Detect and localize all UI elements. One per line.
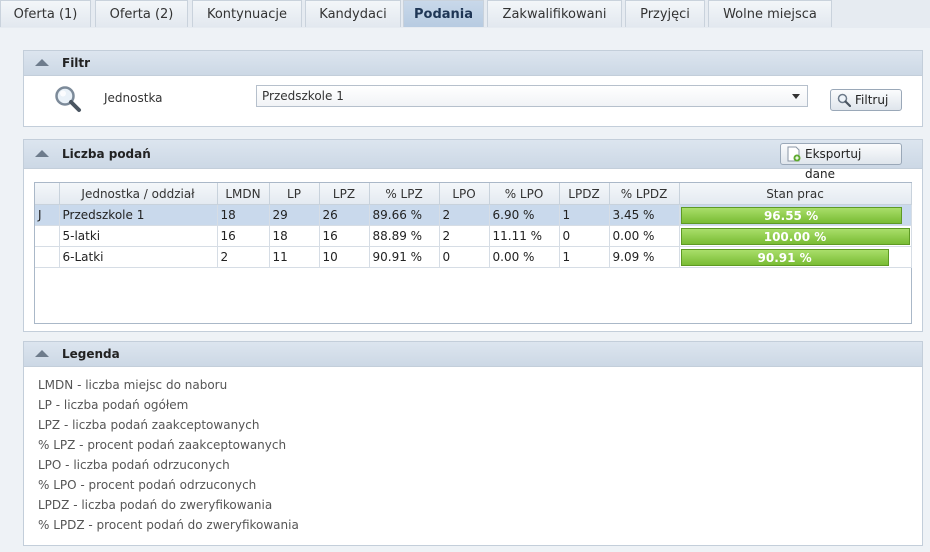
legend-panel: Legenda LMDN - liczba miejsc do naboru L… [23,341,923,546]
tab-przyjeci[interactable]: Przyjęci [625,0,705,27]
legend-item: LP - liczba podań ogółem [38,398,189,412]
legend-item: LPDZ - liczba podań do zweryfikowania [38,498,273,512]
legend-item: % LPDZ - procent podań do zweryfikowania [38,518,299,532]
table-header-row: Jednostka / oddział LMDN LP LPZ % LPZ LP… [35,183,912,205]
cell-pct-lpo: 11.11 % [489,225,560,247]
column-header-marker[interactable] [35,183,60,205]
column-header-lpo[interactable]: LPO [439,183,490,205]
cell-pct-lpz: 88.89 % [369,225,440,247]
tab-wolne-miejsca[interactable]: Wolne miejsca [708,0,832,27]
export-document-icon [787,146,801,162]
column-header-pct-lpdz[interactable]: % LPDZ [609,183,680,205]
chevron-down-icon [792,94,800,99]
cell-lpz: 26 [319,204,370,226]
cell-pct-lpdz: 0.00 % [609,225,680,247]
legend-item: % LPO - procent podań odrzuconych [38,478,257,492]
cell-unit: Przedszkole 1 [59,204,218,226]
column-header-progress[interactable]: Stan prac [679,183,912,205]
collapse-arrow-icon[interactable] [35,350,49,357]
column-header-pct-lpo[interactable]: % LPO [489,183,560,205]
unit-select[interactable]: Przedszkole 1 [256,85,808,107]
collapse-arrow-icon[interactable] [35,150,49,157]
export-button-label: Eksportuj dane [805,147,862,181]
cell-unit: 5-latki [59,225,218,247]
row-marker [35,225,60,247]
cell-lpdz: 0 [559,225,610,247]
cell-lpdz: 1 [559,246,610,268]
column-header-lp[interactable]: LP [269,183,320,205]
magnifier-icon [55,86,81,112]
table-row[interactable]: 5-latki 16 18 16 88.89 % 2 11.11 % 0 0.0… [35,225,912,247]
unit-select-value: Przedszkole 1 [262,89,344,103]
legend-panel-title: Legenda [62,347,120,361]
filter-button-label: Filtruj [855,93,889,107]
tab-podania[interactable]: Podania [403,0,484,27]
cell-lmdn: 18 [217,204,270,226]
progress-bar: 96.55 % [680,206,902,224]
column-header-lpz[interactable]: LPZ [319,183,370,205]
column-header-unit[interactable]: Jednostka / oddział [59,183,218,205]
filter-panel-header: Filtr [24,51,922,76]
legend-item: LPZ - liczba podań zaakceptowanych [38,418,260,432]
cell-pct-lpz: 90.91 % [369,246,440,268]
legend-item: LPO - liczba podań odrzuconych [38,458,230,472]
tab-oferta-2[interactable]: Oferta (2) [95,0,188,27]
export-button[interactable]: Eksportuj dane [780,143,902,181]
collapse-arrow-icon[interactable] [35,59,49,66]
cell-lpz: 10 [319,246,370,268]
cell-lmdn: 16 [217,225,270,247]
applications-table: Jednostka / oddział LMDN LP LPZ % LPZ LP… [34,182,912,324]
tab-bar: Oferta (1) Oferta (2) Kontynuacje Kandyd… [0,0,930,28]
cell-progress: 100.00 % [679,225,912,247]
cell-pct-lpdz: 9.09 % [609,246,680,268]
filter-button[interactable]: Filtruj [830,89,902,111]
cell-lp: 29 [269,204,320,226]
legend-item: LMDN - liczba miejsc do naboru [38,378,228,392]
cell-lpo: 2 [439,204,490,226]
progress-bar: 100.00 % [680,227,910,245]
column-header-lpdz[interactable]: LPDZ [559,183,610,205]
cell-pct-lpdz: 3.45 % [609,204,680,226]
cell-unit: 6-Latki [59,246,218,268]
cell-pct-lpo: 6.90 % [489,204,560,226]
tab-kandydaci[interactable]: Kandydaci [305,0,401,27]
cell-lp: 11 [269,246,320,268]
progress-bar: 90.91 % [680,248,889,266]
cell-lmdn: 2 [217,246,270,268]
row-marker [35,246,60,268]
table-row[interactable]: 6-Latki 2 11 10 90.91 % 0 0.00 % 1 9.09 … [35,246,912,268]
tab-kontynuacje[interactable]: Kontynuacje [192,0,302,27]
filter-panel: Filtr Jednostka Przedszkole 1 Filtruj [23,50,923,127]
applications-panel: Liczba podań Eksportuj dane Jednostka / … [23,139,923,332]
tab-zakwalifikowani[interactable]: Zakwalifikowani [487,0,622,27]
legend-item: % LPZ - procent podań zaakceptowanych [38,438,287,452]
cell-lpo: 2 [439,225,490,247]
cell-lp: 18 [269,225,320,247]
search-icon [837,93,851,107]
column-header-lmdn[interactable]: LMDN [217,183,270,205]
cell-progress: 90.91 % [679,246,912,268]
unit-label: Jednostka [104,91,163,105]
cell-progress: 96.55 % [679,204,912,226]
cell-lpdz: 1 [559,204,610,226]
applications-panel-title: Liczba podań [62,147,151,161]
tab-oferta-1[interactable]: Oferta (1) [0,0,91,27]
cell-pct-lpz: 89.66 % [369,204,440,226]
row-marker: J [35,204,60,226]
legend-panel-header: Legenda [24,342,922,367]
table-row[interactable]: J Przedszkole 1 18 29 26 89.66 % 2 6.90 … [35,204,912,226]
cell-pct-lpo: 0.00 % [489,246,560,268]
column-header-pct-lpz[interactable]: % LPZ [369,183,440,205]
cell-lpz: 16 [319,225,370,247]
filter-panel-title: Filtr [62,56,91,70]
cell-lpo: 0 [439,246,490,268]
